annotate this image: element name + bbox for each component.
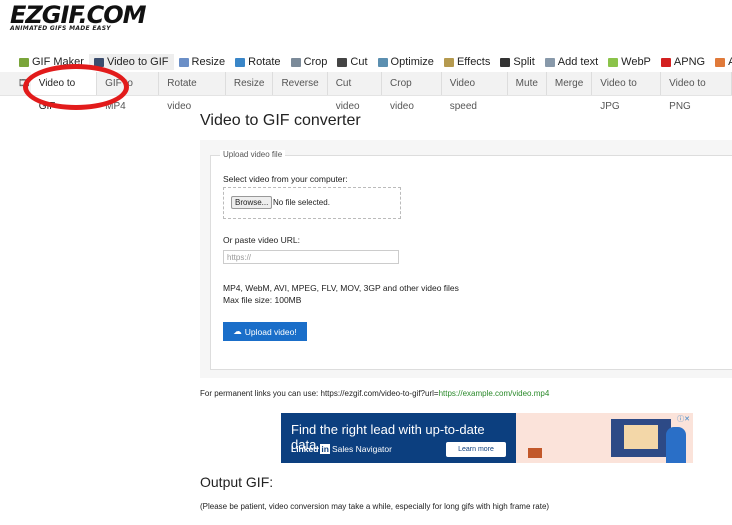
subnav-tab-cut-video[interactable]: Cut video [328,72,383,112]
browse-button[interactable]: Browse... [231,196,273,209]
logo[interactable]: EZGIF.COM ANIMATED GIFS MADE EASY [10,1,147,32]
url-input[interactable]: https:// [223,250,399,264]
webp-icon [608,57,619,67]
logo-text: EZGIF.COM [10,1,147,29]
nav-item-cut[interactable]: Cut [332,54,372,70]
subnav-tab-video-to-png[interactable]: Video to PNG [661,72,732,112]
split-icon [500,57,511,67]
nav-item-effects[interactable]: Effects [439,54,495,70]
gif-maker-icon [19,57,29,67]
max-size-text: Max file size: 100MB [223,295,302,305]
nav-item-split[interactable]: Split [495,54,539,70]
nav-label: Effects [456,56,491,68]
cloud-upload-icon: ☁ [233,326,242,336]
subnav-tab-reverse[interactable]: Reverse [273,72,328,95]
upload-label: Upload video! [244,326,297,337]
red-highlight-circle [23,64,129,110]
ad-cta-button[interactable]: Learn more [446,442,506,457]
perm-example: https://example.com/video.mp4 [438,389,550,398]
crop-icon [290,57,301,67]
output-note: (Please be patient, video conversion may… [200,502,550,511]
nav-label: Video to GIF [106,56,169,68]
nav-label: Rotate [248,56,281,68]
nav-item-avif[interactable]: AVIF [710,54,732,70]
advertisement[interactable]: Find the right lead with up-to-date data… [281,413,693,463]
nav-label: AVIF [728,56,732,68]
ad-brand: Linked [291,444,319,454]
nav-label: Cut [350,56,368,68]
nav-item-resize[interactable]: Resize [174,54,231,70]
page-title: Video to GIF converter [200,112,361,129]
nav-item-webp[interactable]: WebP [603,54,656,70]
nav-label: Optimize [390,56,434,68]
nav-label: Resize [191,56,226,68]
nav-item-add-text[interactable]: Add text [540,54,603,70]
subnav-tab-mute[interactable]: Mute [508,72,547,95]
subnav-tab-video-to-jpg[interactable]: Video to JPG [592,72,662,112]
formats-text: MP4, WebM, AVI, MPEG, FLV, MOV, 3GP and … [223,283,459,293]
nav-label: Crop [303,56,328,68]
nav-label: Split [513,56,535,68]
subnav-tab-rotate-video[interactable]: Rotate video [159,72,226,112]
optimize-icon [377,57,388,67]
cut-icon [337,57,348,67]
ad-product: Sales Navigator [331,444,392,454]
avif-icon [715,57,726,67]
subnav-tab-crop-video[interactable]: Crop video [382,72,442,112]
main-nav: GIF Maker Video to GIF Resize Rotate Crop Cut… [14,54,732,70]
select-label: Select video from your computer: [223,174,348,184]
perm-prefix: For permanent links you can use: https:/… [200,389,439,398]
nav-label: WebP [621,56,651,68]
file-status: No file selected. [273,198,330,207]
ad-illustration: ⓘ✕ [516,413,693,463]
fieldset-legend: Upload video file [220,150,286,159]
nav-label: Add text [557,56,599,68]
nav-item-apng[interactable]: APNG [656,54,710,70]
url-label: Or paste video URL: [223,235,301,245]
resize-icon [178,57,189,67]
nav-item-rotate[interactable]: Rotate [230,54,285,70]
nav-item-optimize[interactable]: Optimize [373,54,439,70]
output-title: Output GIF: [200,474,274,490]
subnav-tab-video-speed[interactable]: Video speed [442,72,508,112]
linkedin-logo: in [320,444,330,454]
nav-item-crop[interactable]: Crop [286,54,333,70]
permanent-link-text: For permanent links you can use: https:/… [200,389,549,398]
ad-close-icon[interactable]: ⓘ✕ [677,414,690,424]
add-text-icon [544,57,555,67]
rotate-icon [235,57,246,67]
apng-icon [660,57,671,67]
subnav-tab-merge[interactable]: Merge [547,72,593,95]
subnav-tab-resize[interactable]: Resize [226,72,274,95]
effects-icon [443,57,454,67]
nav-label: APNG [673,56,706,68]
upload-button[interactable]: ☁ Upload video! [223,322,307,341]
